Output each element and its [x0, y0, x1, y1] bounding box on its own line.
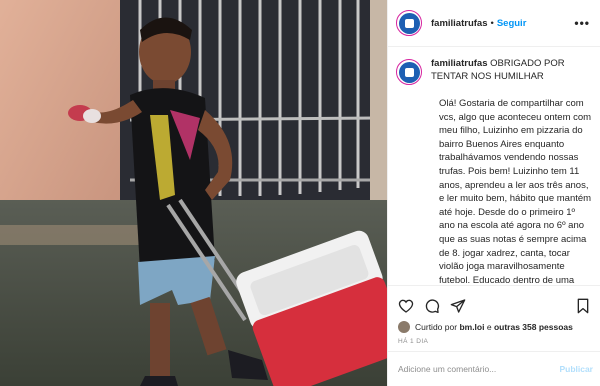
- caption-avatar[interactable]: [396, 59, 422, 85]
- caption-area: familiatrufas OBRIGADO POR TENTAR NOS HU…: [388, 47, 600, 285]
- caption-title: familiatrufas OBRIGADO POR TENTAR NOS HU…: [431, 57, 593, 83]
- caption-username[interactable]: familiatrufas: [431, 58, 488, 69]
- liker-avatar[interactable]: [398, 321, 410, 333]
- likes-summary: Curtido por bm.loi e outras 358 pessoas: [388, 318, 600, 336]
- publish-button[interactable]: Publicar: [559, 364, 593, 374]
- likes-prefix: Curtido por: [415, 322, 458, 332]
- comment-icon[interactable]: [424, 298, 440, 314]
- liker-username[interactable]: bm.loi: [459, 322, 484, 332]
- separator-dot: •: [490, 17, 494, 29]
- post-actions: Curtido por bm.loi e outras 358 pessoas …: [388, 285, 600, 385]
- comment-box: Adicione um comentário... Publicar: [388, 351, 600, 385]
- likes-others[interactable]: outras 358 pessoas: [494, 322, 573, 332]
- post-photo[interactable]: [0, 0, 387, 386]
- post-header: familiatrufas • Seguir •••: [388, 0, 600, 47]
- follow-button[interactable]: Seguir: [497, 18, 527, 29]
- post-timestamp[interactable]: HÁ 1 DIA: [388, 336, 600, 350]
- post-side-panel: familiatrufas • Seguir ••• familiatrufas…: [387, 0, 600, 386]
- share-icon[interactable]: [450, 298, 466, 314]
- bookmark-icon[interactable]: [575, 298, 591, 314]
- avatar[interactable]: [396, 10, 422, 36]
- caption-text: Olá! Gostaria de compartilhar com vcs, a…: [439, 98, 592, 285]
- heart-icon[interactable]: [398, 298, 414, 314]
- likes-middle: e: [486, 322, 492, 332]
- comment-input[interactable]: Adicione um comentário...: [398, 364, 559, 374]
- post-image: [0, 0, 387, 386]
- username-link[interactable]: familiatrufas: [431, 18, 488, 29]
- more-options-icon[interactable]: •••: [574, 16, 590, 30]
